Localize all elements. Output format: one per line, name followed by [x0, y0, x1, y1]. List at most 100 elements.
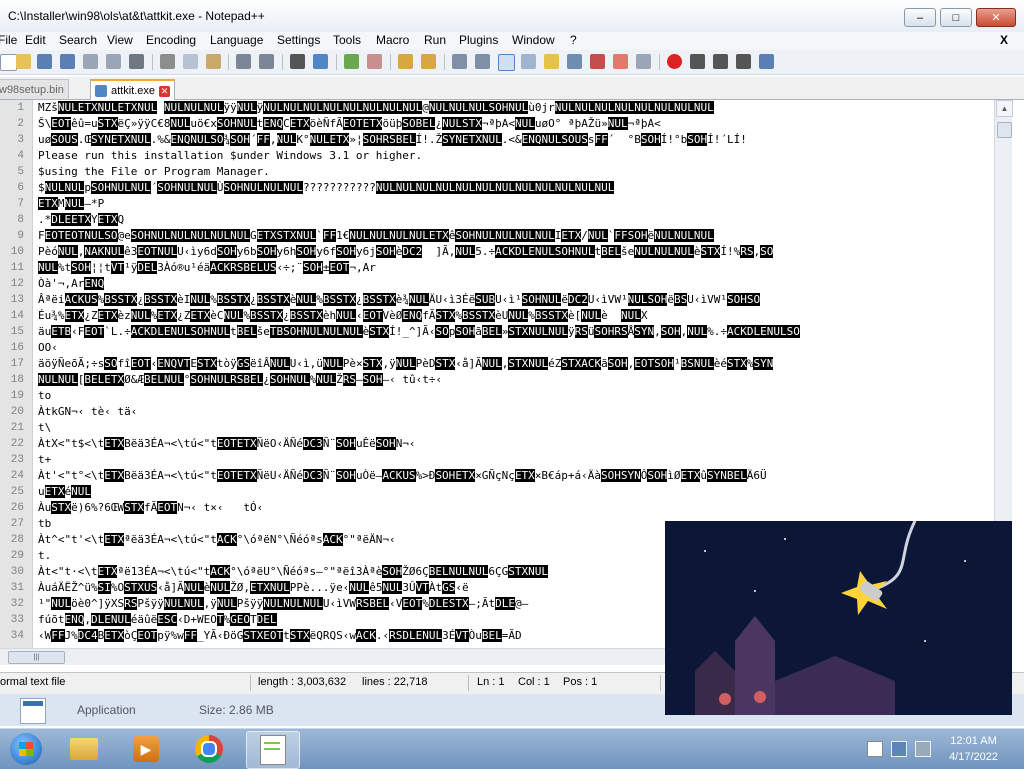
indent-guide-icon[interactable]	[498, 54, 515, 71]
line-text[interactable]: OO‹	[38, 341, 58, 354]
record-macro-icon[interactable]	[667, 54, 682, 69]
line-text[interactable]: ÀuáÄËŽ^ü%SI%OSTXUS‹å]ÃNULèNULŽØ,ETXNULPP…	[38, 581, 469, 594]
line-text[interactable]: ¹"NULöè0^]ÿXSRSPšÿÿNULNUL,ÿNULPšÿÿNULNUL…	[38, 597, 528, 610]
editor-line[interactable]: 2 Š\EOTêû=uSTXëÇ»ÿÿC€8NULuö€xSOHNULtENQCE…	[0, 116, 1012, 132]
file-explorer-icon[interactable]	[58, 731, 110, 767]
editor-line[interactable]: 18 NULNUL[BELETXØ&ÆBELNUL°SOHNULRSBEL¿SOH…	[0, 372, 1012, 388]
scroll-thumb[interactable]	[997, 122, 1012, 138]
editor-line[interactable]: 21 t\	[0, 420, 1012, 436]
line-text[interactable]: ÂªëiACKUS%BSSTX¿BSSTXèINUL%BSSTX¿BSSTXèN…	[38, 293, 761, 306]
line-text[interactable]: PèóNUL,NAKNULê3EOTNULU‹ìy6dSOHy6bSOHy6hS…	[38, 245, 774, 258]
editor-line[interactable]: 11 NUL%tSOH¦¦tVT¹ÿDEL3Àó®u¹éäACKRSBELUS‹÷…	[0, 260, 1012, 276]
folder-icon[interactable]	[613, 54, 628, 69]
line-text[interactable]: ÀtX<"t$<\tETXBëä3ÉA¬<\tú<"tEOTETXÑëO‹ÄÑé…	[38, 437, 416, 450]
print-icon[interactable]	[129, 54, 144, 69]
video-overlay[interactable]	[665, 521, 1012, 715]
line-text[interactable]: Please run this installation $under Wind…	[38, 149, 422, 162]
play-macro-icon[interactable]	[713, 54, 728, 69]
menu-search[interactable]: Search	[59, 33, 97, 47]
redo-icon[interactable]	[259, 54, 274, 69]
media-player-icon[interactable]: ▶	[120, 731, 172, 767]
menu-macro[interactable]: Macro	[376, 33, 409, 47]
editor-line[interactable]: 25 uETXéNUL	[0, 484, 1012, 500]
line-text[interactable]: t\	[38, 421, 51, 434]
editor-line[interactable]: 7 ETXMNUL–*P	[0, 196, 1012, 212]
menu-run[interactable]: Run	[424, 33, 446, 47]
menu-tools[interactable]: Tools	[333, 33, 361, 47]
line-text[interactable]: uøSOUS.ŒSYNETXNUL.%&ENQNULSO¾SOH´FF,NULK…	[38, 133, 747, 146]
line-text[interactable]: NULNUL[BELETXØ&ÆBELNUL°SOHNULRSBEL¿SOHNU…	[38, 373, 442, 386]
menu-plugins[interactable]: Plugins	[459, 33, 498, 47]
line-text[interactable]: äuETB‹FEOT`L.÷ACKDLENULSOHNULtBELšeTBSOH…	[38, 325, 800, 338]
network-icon[interactable]	[891, 741, 907, 757]
close-tab-icon[interactable]: ✕	[159, 85, 171, 97]
editor-line[interactable]: 26 ÀuSTXë)6%?6ŒWSTXfÃEOTN¬‹ t×‹ tÓ‹	[0, 500, 1012, 516]
line-text[interactable]: äöÿÑeõÃ;÷sSOfîEOT‹ENQVTESTXtòÿGSëîÂNULU‹…	[38, 357, 774, 370]
editor-line[interactable]: 14 Éu¾%ETX¿ZETXèzNUL%ETX¿ZETXèCNUL%BSSTX¿…	[0, 308, 1012, 324]
zoom-out-icon[interactable]	[367, 54, 382, 69]
undo-icon[interactable]	[236, 54, 251, 69]
paste-icon[interactable]	[206, 54, 221, 69]
close-document-button[interactable]: X	[1000, 33, 1008, 47]
word-wrap-icon[interactable]	[452, 54, 467, 69]
notepad-plus-plus-icon[interactable]	[246, 731, 300, 769]
line-text[interactable]: ‹WFFJ%DC4BETXòÇEOTpÿ%wFF_YÃ‹ÐöGSTXEOTtST…	[38, 629, 522, 642]
line-text[interactable]: ÀuSTXë)6%?6ŒWSTXfÃEOTN¬‹ t×‹ tÓ‹	[38, 501, 263, 514]
function-list-icon[interactable]	[567, 54, 582, 69]
editor-line[interactable]: 17 äöÿÑeõÃ;÷sSOfîEOT‹ENQVTESTXtòÿGSëîÂNUL…	[0, 356, 1012, 372]
line-text[interactable]: uETXéNUL	[38, 485, 91, 498]
find-icon[interactable]	[290, 54, 305, 69]
line-text[interactable]: $NULNULpSOHNULNUL´SOHNULNULÙSOHNULNULNUL…	[38, 181, 615, 194]
menu-edit[interactable]: Edit	[25, 33, 46, 47]
editor-line[interactable]: 3 uøSOUS.ŒSYNETXNUL.%&ENQNULSO¾SOH´FF,NUL…	[0, 132, 1012, 148]
editor-line[interactable]: 12 Òà'¬,ArENQ	[0, 276, 1012, 292]
menu-settings[interactable]: Settings	[277, 33, 320, 47]
sync-vertical-icon[interactable]	[398, 54, 413, 69]
line-text[interactable]: NUL%tSOH¦¦tVT¹ÿDEL3Àó®u¹éäACKRSBELUS‹÷;¨…	[38, 261, 376, 274]
open-file-icon[interactable]	[16, 54, 31, 69]
save-macro-icon[interactable]	[759, 54, 774, 69]
monitoring-icon[interactable]	[636, 54, 651, 69]
show-all-chars-icon[interactable]	[475, 54, 490, 69]
line-text[interactable]: t.	[38, 549, 51, 562]
line-text[interactable]: Àt<"t·<\tETXªë13ÉA¬<\tú<"tACK°\óªëU°\Ñéó…	[38, 565, 549, 578]
line-text[interactable]: fúõtENQ,DLENULéäûëESC‹D+WEOT%GEOTDEL	[38, 613, 277, 626]
close-button[interactable]: ✕	[976, 8, 1016, 27]
replace-icon[interactable]	[313, 54, 328, 69]
close-all-icon[interactable]	[106, 54, 121, 69]
editor-line[interactable]: 19 to	[0, 388, 1012, 404]
folder-workspace-icon[interactable]	[590, 54, 605, 69]
menu-window[interactable]: Window	[512, 33, 555, 47]
cut-icon[interactable]	[160, 54, 175, 69]
editor-line[interactable]: 13 ÂªëiACKUS%BSSTX¿BSSTXèINUL%BSSTX¿BSSTX…	[0, 292, 1012, 308]
editor-line[interactable]: 1 MZšNULETXNULETXNUL NULNULNULÿÿNULÿNULNU…	[0, 100, 1012, 116]
scroll-thumb[interactable]: |||	[8, 651, 65, 664]
line-text[interactable]: $using the File or Program Manager.	[38, 165, 270, 178]
menu-view[interactable]: View	[107, 33, 133, 47]
line-text[interactable]: Éu¾%ETX¿ZETXèzNUL%ETX¿ZETXèCNUL%BSSTX¿BS…	[38, 309, 648, 322]
line-text[interactable]: tb	[38, 517, 51, 530]
sync-horizontal-icon[interactable]	[421, 54, 436, 69]
editor-line[interactable]: 10 PèóNUL,NAKNULê3EOTNULU‹ìy6dSOHy6bSOHy6…	[0, 244, 1012, 260]
tab-w98setup[interactable]: w98setup.bin	[0, 79, 69, 99]
line-text[interactable]: ETXMNUL–*P	[38, 197, 104, 210]
line-text[interactable]: ÀtkGN¬‹ tè‹ tä‹	[38, 405, 137, 418]
action-center-icon[interactable]	[867, 741, 883, 757]
editor-line[interactable]: 15 äuETB‹FEOT`L.÷ACKDLENULSOHNULtBELšeTBS…	[0, 324, 1012, 340]
menu-encoding[interactable]: Encoding	[146, 33, 196, 47]
udl-icon[interactable]	[521, 54, 536, 69]
line-text[interactable]: MZšNULETXNULETXNUL NULNULNULÿÿNULÿNULNUL…	[38, 101, 714, 114]
line-text[interactable]: t+	[38, 453, 51, 466]
editor-line[interactable]: 20 ÀtkGN¬‹ tè‹ tä‹	[0, 404, 1012, 420]
chrome-icon[interactable]	[183, 731, 235, 767]
system-clock[interactable]: 12:01 AM 4/17/2022	[949, 733, 998, 765]
editor-line[interactable]: 4 Please run this installation $under Win…	[0, 148, 1012, 164]
minimize-button[interactable]: –	[904, 8, 936, 27]
volume-icon[interactable]	[915, 741, 931, 757]
editor-line[interactable]: 23 t+	[0, 452, 1012, 468]
editor-line[interactable]: 24 Àt'<"t°<\tETXBëä3ÉA¬<\tú<"tEOTETXÑëU‹Ä…	[0, 468, 1012, 484]
tab-attkit[interactable]: attkit.exe ✕	[90, 79, 176, 101]
menu-file[interactable]: File	[0, 33, 17, 47]
start-orb-icon[interactable]	[0, 731, 52, 767]
new-file-icon[interactable]	[0, 54, 17, 71]
